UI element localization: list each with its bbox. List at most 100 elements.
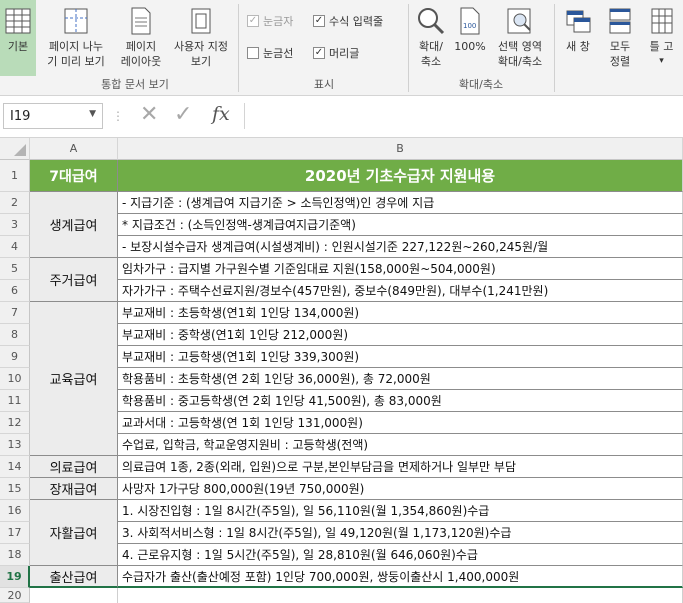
row-header-1[interactable]: 1 (0, 160, 30, 192)
name-box-value: I19 (10, 109, 31, 124)
cell-b12[interactable]: 교과서대 : 고등학생(연 1회 1인당 131,000원) (118, 412, 683, 434)
ribbon-separator (554, 4, 555, 92)
page-break-label-1: 페이지 나누 (48, 40, 104, 53)
zoom-to-selection-button[interactable]: 선택 영역 확대/축소 (490, 0, 550, 76)
row-header-4[interactable]: 4 (0, 236, 30, 258)
zoom-group-label: 확대/축소 (458, 78, 504, 91)
cell-b18[interactable]: 4. 근로유지형 : 1일 5시간(주5일), 일 28,810원(월 646,… (118, 544, 683, 566)
row-header-2[interactable]: 2 (0, 192, 30, 214)
row-header-19[interactable]: 19 (0, 566, 30, 588)
normal-view-label: 기본 (7, 40, 29, 53)
formula-bar-checkbox[interactable]: ✓ 수식 입력줄 (313, 13, 383, 29)
page-break-preview-icon (64, 8, 88, 34)
headings-label: 머리글 (329, 47, 360, 60)
magnifier-icon (418, 8, 445, 35)
cell-a16-merged[interactable]: 자활급여 (30, 500, 118, 566)
cell-b8[interactable]: 부교재비 : 중학생(연1회 1인당 212,000원) (118, 324, 683, 346)
cell-b7[interactable]: 부교재비 : 초등학생(연1회 1인당 134,000원) (118, 302, 683, 324)
cell-b11[interactable]: 학용품비 : 중고등학생(연 2회 1인당 41,500원), 총 83,000… (118, 390, 683, 412)
cell-b6[interactable]: 자가가구 : 주택수선료지원/경보수(457만원), 중보수(849만원), 대… (118, 280, 683, 302)
cancel-icon[interactable]: ✕ (140, 102, 158, 127)
cell-b10[interactable]: 학용품비 : 초등학생(연 2회 1인당 36,000원), 총 72,000원 (118, 368, 683, 390)
row-header-15[interactable]: 15 (0, 478, 30, 500)
page-layout-button[interactable]: 페이지 레이아웃 (116, 0, 166, 76)
enter-icon[interactable]: ✓ (174, 102, 192, 127)
ribbon-separator (408, 4, 409, 92)
ruler-checkbox[interactable]: ✓ 눈금자 (247, 13, 293, 29)
custom-views-icon (191, 8, 211, 34)
row-header-6[interactable]: 6 (0, 280, 30, 302)
new-window-label: 새 창 (566, 40, 590, 53)
zoom-button[interactable]: 확대/ 축소 (411, 0, 451, 76)
cell-b2[interactable]: - 지급기준 : (생계급여 지급기준 > 소득인정액)인 경우에 지급 (118, 192, 683, 214)
row-header-12[interactable]: 12 (0, 412, 30, 434)
arrange-all-icon (609, 8, 631, 34)
page-break-label-2: 기 미리 보기 (47, 55, 105, 68)
row-header-11[interactable]: 11 (0, 390, 30, 412)
cell-a20[interactable] (30, 588, 118, 603)
row-header-8[interactable]: 8 (0, 324, 30, 346)
cell-a15[interactable]: 장재급여 (30, 478, 118, 500)
cell-a7-merged[interactable]: 교육급여 (30, 302, 118, 456)
cell-b3[interactable]: * 지급조건 : (소득인정액-생계급여지급기준액) (118, 214, 683, 236)
select-all-corner[interactable] (0, 138, 30, 160)
zoom-100-button[interactable]: 100 100% (452, 0, 488, 76)
name-box[interactable]: I19 ▼ (3, 103, 103, 129)
cell-b5[interactable]: 임차가구 : 급지별 가구원수별 기준임대료 지원(158,000원~504,0… (118, 258, 683, 280)
zoom-100-icon: 100 (460, 7, 480, 35)
cell-b1[interactable]: 2020년 기초수급자 지원내용 (118, 160, 683, 192)
gridlines-label: 눈금선 (263, 47, 294, 60)
column-header-a[interactable]: A (30, 138, 118, 160)
freeze-panes-label-1: 틀 고 (649, 40, 674, 53)
page-layout-label-2: 레이아웃 (120, 55, 162, 68)
cell-b17[interactable]: 3. 사회적서비스형 : 1일 8시간(주5일), 일 49,120원(월 1,… (118, 522, 683, 544)
select-all-triangle-icon (14, 144, 26, 156)
cell-a2-merged[interactable]: 생계급여 (30, 192, 118, 258)
new-window-button[interactable]: 새 창 (558, 0, 598, 76)
chevron-down-icon: ▾ (659, 56, 664, 66)
zoom-label-1: 확대/ (419, 40, 443, 53)
zoom-selection-label-2: 확대/축소 (497, 55, 543, 68)
cell-b4[interactable]: - 보장시설수급자 생계급여(시설생계비) : 인원시설기준 227,122원~… (118, 236, 683, 258)
chevron-down-icon[interactable]: ▼ (89, 109, 96, 119)
cell-b16[interactable]: 1. 시장진입형 : 1일 8시간(주5일), 일 56,110원(월 1,35… (118, 500, 683, 522)
ribbon-view-tab: 기본 페이지 나누 기 미리 보기 페이지 레이아웃 사용자 지정 보기 통합 … (0, 0, 683, 96)
row-header-18[interactable]: 18 (0, 544, 30, 566)
insert-function-icon[interactable]: fx (212, 103, 230, 125)
cell-a1[interactable]: 7대급여 (30, 160, 118, 192)
normal-view-button[interactable]: 기본 (0, 0, 36, 76)
page-break-preview-button[interactable]: 페이지 나누 기 미리 보기 (40, 0, 112, 76)
row-header-9[interactable]: 9 (0, 346, 30, 368)
custom-views-button[interactable]: 사용자 지정 보기 (168, 0, 234, 76)
cell-b20[interactable] (118, 588, 683, 603)
cell-b13[interactable]: 수업료, 입학금, 학교운영지원비 : 고등학생(전액) (118, 434, 683, 456)
headings-checkbox[interactable]: ✓ 머리글 (313, 45, 359, 61)
column-header-b[interactable]: B (118, 138, 683, 160)
gridlines-check-icon (247, 47, 259, 59)
gridlines-checkbox[interactable]: 눈금선 (247, 45, 293, 61)
zoom-label-2: 축소 (420, 55, 442, 68)
row-header-17[interactable]: 17 (0, 522, 30, 544)
svg-text:100: 100 (463, 22, 476, 30)
formula-bar-label: 수식 입력줄 (329, 15, 384, 28)
cell-b14[interactable]: 의료급여 1종, 2종(외래, 입원)으로 구분,본인부담금을 면제하거나 일부… (118, 456, 683, 478)
arrange-all-label-2: 정렬 (609, 55, 631, 68)
cell-a5-merged[interactable]: 주거급여 (30, 258, 118, 302)
cell-b15[interactable]: 사망자 1가구당 800,000원(19년 750,000원) (118, 478, 683, 500)
row-header-13[interactable]: 13 (0, 434, 30, 456)
row-header-5[interactable]: 5 (0, 258, 30, 280)
arrange-all-label-1: 모두 (609, 40, 631, 53)
row-header-3[interactable]: 3 (0, 214, 30, 236)
row-header-7[interactable]: 7 (0, 302, 30, 324)
row-header-16[interactable]: 16 (0, 500, 30, 522)
cell-b19[interactable]: 수급자가 출산(출산예정 포함) 1인당 700,000원, 쌍둥이출산시 1,… (118, 566, 683, 588)
formula-input[interactable] (244, 103, 683, 129)
row-header-20[interactable]: 20 (0, 588, 30, 603)
row-header-10[interactable]: 10 (0, 368, 30, 390)
cell-a19[interactable]: 출산급여 (30, 566, 118, 588)
cell-a14[interactable]: 의료급여 (30, 456, 118, 478)
arrange-all-button[interactable]: 모두 정렬 (602, 0, 638, 76)
cell-b9[interactable]: 부교재비 : 고등학생(연1회 1인당 339,300원) (118, 346, 683, 368)
freeze-panes-button[interactable]: 틀 고 ▾ (640, 0, 683, 76)
row-header-14[interactable]: 14 (0, 456, 30, 478)
